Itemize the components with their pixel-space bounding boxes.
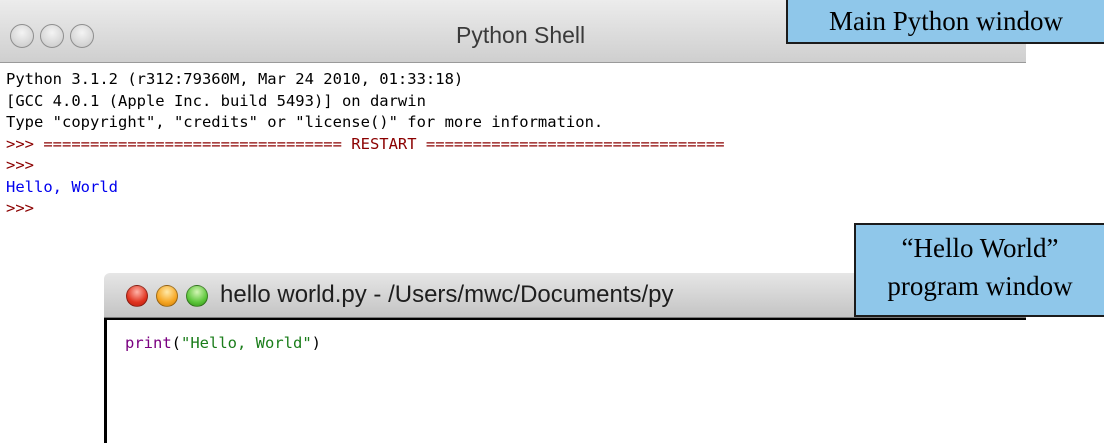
code-string: "Hello, World" xyxy=(181,334,312,352)
main-window-callout: Main Python window xyxy=(786,0,1104,44)
shell-window-title: Python Shell xyxy=(456,22,586,48)
shell-output[interactable]: Python 3.1.2 (r312:79360M, Mar 24 2010, … xyxy=(6,69,725,220)
code-open-paren: ( xyxy=(171,334,182,352)
shell-line: Type "copyright", "credits" or "license(… xyxy=(6,113,604,131)
shell-close-button[interactable] xyxy=(10,24,34,48)
hello-callout-line2: program window xyxy=(887,271,1073,301)
shell-line: >>> ================================ RES… xyxy=(6,134,725,153)
shell-line: >>> xyxy=(6,199,34,217)
shell-minimize-button[interactable] xyxy=(40,24,64,48)
editor-minimize-button[interactable] xyxy=(156,285,178,307)
hello-world-callout: “Hello World” program window xyxy=(854,223,1104,317)
editor-text-area[interactable]: print("Hello, World") xyxy=(104,318,1026,443)
shell-zoom-button[interactable] xyxy=(70,24,94,48)
hello-callout-line1: “Hello World” xyxy=(901,233,1059,263)
code-close-paren: ) xyxy=(311,334,322,352)
editor-window-title: hello world.py - /Users/mwc/Documents/py xyxy=(220,281,674,308)
shell-line: [GCC 4.0.1 (Apple Inc. build 5493)] on d… xyxy=(6,91,426,110)
shell-line: >>> xyxy=(6,156,34,174)
shell-line: Python 3.1.2 (r312:79360M, Mar 24 2010, … xyxy=(6,70,464,88)
editor-zoom-button[interactable] xyxy=(186,285,208,307)
code-keyword: print xyxy=(125,334,172,352)
shell-line: Hello, World xyxy=(6,177,118,196)
editor-close-button[interactable] xyxy=(126,285,148,307)
code-line[interactable]: print("Hello, World") xyxy=(125,334,321,352)
main-window-callout-text: Main Python window xyxy=(828,6,1063,36)
